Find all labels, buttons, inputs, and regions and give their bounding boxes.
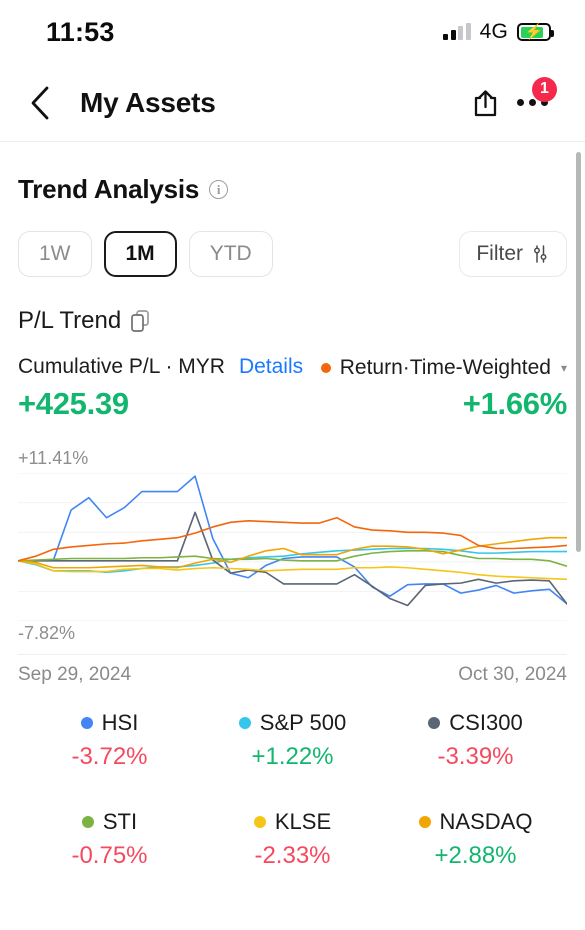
share-icon: [474, 89, 497, 116]
range-chip-1w[interactable]: 1W: [18, 231, 92, 277]
share-button[interactable]: [463, 80, 509, 126]
back-button[interactable]: [18, 81, 62, 125]
cumulative-pl-caption: Cumulative P/L · MYR: [18, 355, 225, 378]
legend-item-sti[interactable]: STI -0.75%: [18, 809, 201, 870]
legend-change: -3.39%: [437, 743, 514, 770]
legend-label: CSI300: [449, 710, 523, 735]
details-link[interactable]: Details: [239, 355, 303, 379]
navigation-bar: My Assets 1: [0, 64, 585, 142]
chart-line-klse: [18, 561, 567, 579]
legend-label: STI: [102, 809, 138, 834]
range-selector: 1W 1M YTD Filter: [18, 231, 567, 277]
network-type-label: 4G: [479, 20, 508, 43]
page-title: My Assets: [80, 86, 216, 118]
legend-dot-icon: [81, 816, 94, 828]
chevron-left-icon: [31, 86, 49, 119]
charging-bolt-icon: ⚡: [524, 23, 544, 41]
signal-bars-icon: [443, 23, 471, 40]
range-chip-ytd[interactable]: YTD: [188, 231, 273, 277]
legend-label: NASDAQ: [439, 809, 533, 834]
summary-values: +425.39 +1.66%: [18, 386, 567, 422]
sliders-icon: [534, 245, 547, 263]
return-series-dot-icon: [320, 363, 331, 373]
legend-item-sp500[interactable]: S&P 500 +1.22%: [201, 710, 384, 771]
legend-item-hsi[interactable]: HSI -3.72%: [18, 710, 201, 771]
legend-dot-icon: [80, 717, 93, 729]
more-options-button[interactable]: 1: [509, 76, 557, 126]
legend-dot-icon: [428, 717, 441, 729]
legend-label: S&P 500: [259, 710, 347, 735]
legend-label: HSI: [101, 710, 139, 735]
legend-change: -0.75%: [71, 842, 148, 869]
chart-axis-min-label: -7.82%: [18, 623, 76, 643]
legend-dot-icon: [253, 816, 266, 828]
legend-item-klse[interactable]: KLSE -2.33%: [201, 809, 384, 870]
notification-badge: 1: [532, 76, 557, 102]
chart-axis-max-label: +11.41%: [18, 448, 89, 468]
legend-label: KLSE: [274, 809, 332, 834]
battery-charging-icon: ⚡: [517, 23, 554, 41]
cumulative-pl-value: +425.39: [18, 386, 129, 421]
status-indicators: 4G ⚡: [443, 20, 554, 44]
pl-trend-label: P/L Trend: [18, 307, 122, 334]
chart-end-date: Oct 30, 2024: [458, 664, 567, 685]
legend-change: -3.72%: [71, 743, 148, 770]
legend-change: +1.22%: [251, 743, 334, 770]
legend-change: +2.88%: [434, 842, 517, 869]
legend-item-csi300[interactable]: CSI300 -3.39%: [384, 710, 567, 771]
filter-button[interactable]: Filter: [459, 231, 567, 277]
section-title: Trend Analysis: [18, 174, 200, 204]
summary-captions: Cumulative P/L · MYR Details Return·Time…: [18, 355, 567, 380]
return-value: +1.66%: [462, 386, 568, 421]
filter-label: Filter: [476, 242, 523, 265]
legend-item-nasdaq[interactable]: NASDAQ +2.88%: [384, 809, 567, 870]
info-icon[interactable]: i: [209, 180, 229, 199]
legend-change: -2.33%: [254, 842, 331, 869]
copy-icon: [131, 310, 150, 332]
return-type-label: Return·Time-Weighted: [339, 356, 551, 379]
main-content: Trend Analysis i 1W 1M YTD Filter P/L Tr…: [0, 142, 585, 870]
pl-trend-header: P/L Trend: [18, 307, 567, 335]
chart-date-range: Sep 29, 2024 Oct 30, 2024: [18, 654, 567, 686]
legend-dot-icon: [418, 816, 431, 828]
chevron-down-icon: ▾: [560, 361, 567, 375]
chart-plot-area[interactable]: [18, 473, 567, 621]
chart-legend: HSI -3.72% S&P 500 +1.22% CSI300 -3.39% …: [18, 710, 567, 870]
return-type-selector[interactable]: Return·Time-Weighted ▾: [320, 356, 567, 380]
legend-dot-icon: [238, 717, 251, 729]
chart-line-hsi: [18, 476, 567, 604]
status-time: 11:53: [46, 16, 115, 47]
copy-button[interactable]: [130, 309, 152, 333]
chart-start-date: Sep 29, 2024: [18, 664, 132, 685]
trend-chart: +11.41% -7.82% Sep 29, 2024 Oct 30, 2024: [18, 448, 567, 686]
status-bar: 11:53 4G ⚡: [0, 0, 585, 64]
range-chip-1m[interactable]: 1M: [103, 231, 177, 277]
vertical-scrollbar[interactable]: [576, 152, 581, 552]
trend-analysis-header: Trend Analysis i: [18, 142, 567, 205]
